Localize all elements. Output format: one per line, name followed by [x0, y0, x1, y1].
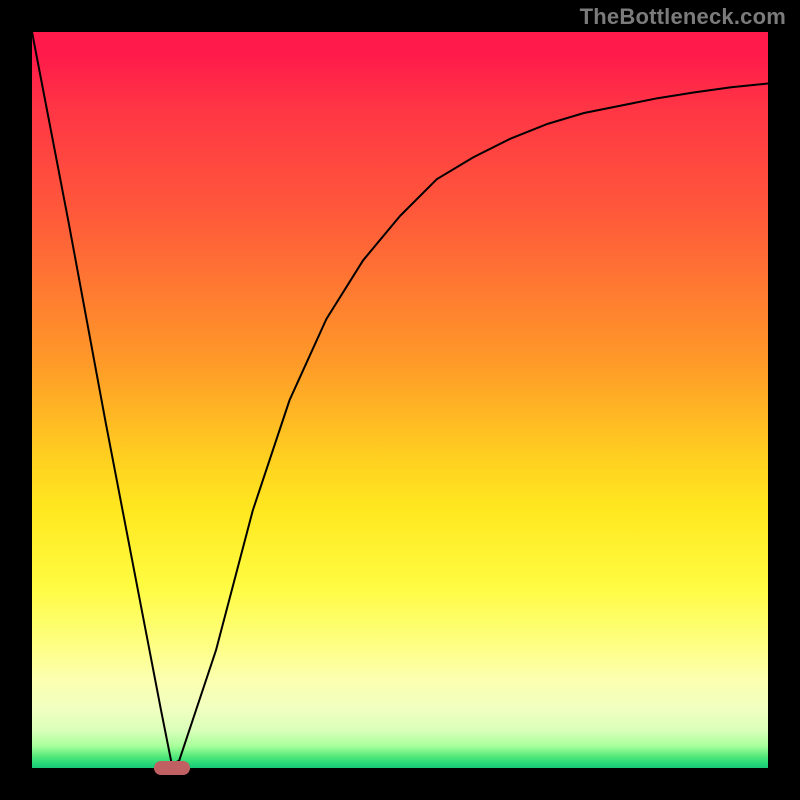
plot-area: [32, 32, 768, 768]
chart-frame: TheBottleneck.com: [0, 0, 800, 800]
sweet-spot-marker: [154, 761, 190, 775]
curve-path: [32, 32, 768, 764]
bottleneck-curve: [32, 32, 768, 768]
watermark: TheBottleneck.com: [580, 4, 786, 30]
